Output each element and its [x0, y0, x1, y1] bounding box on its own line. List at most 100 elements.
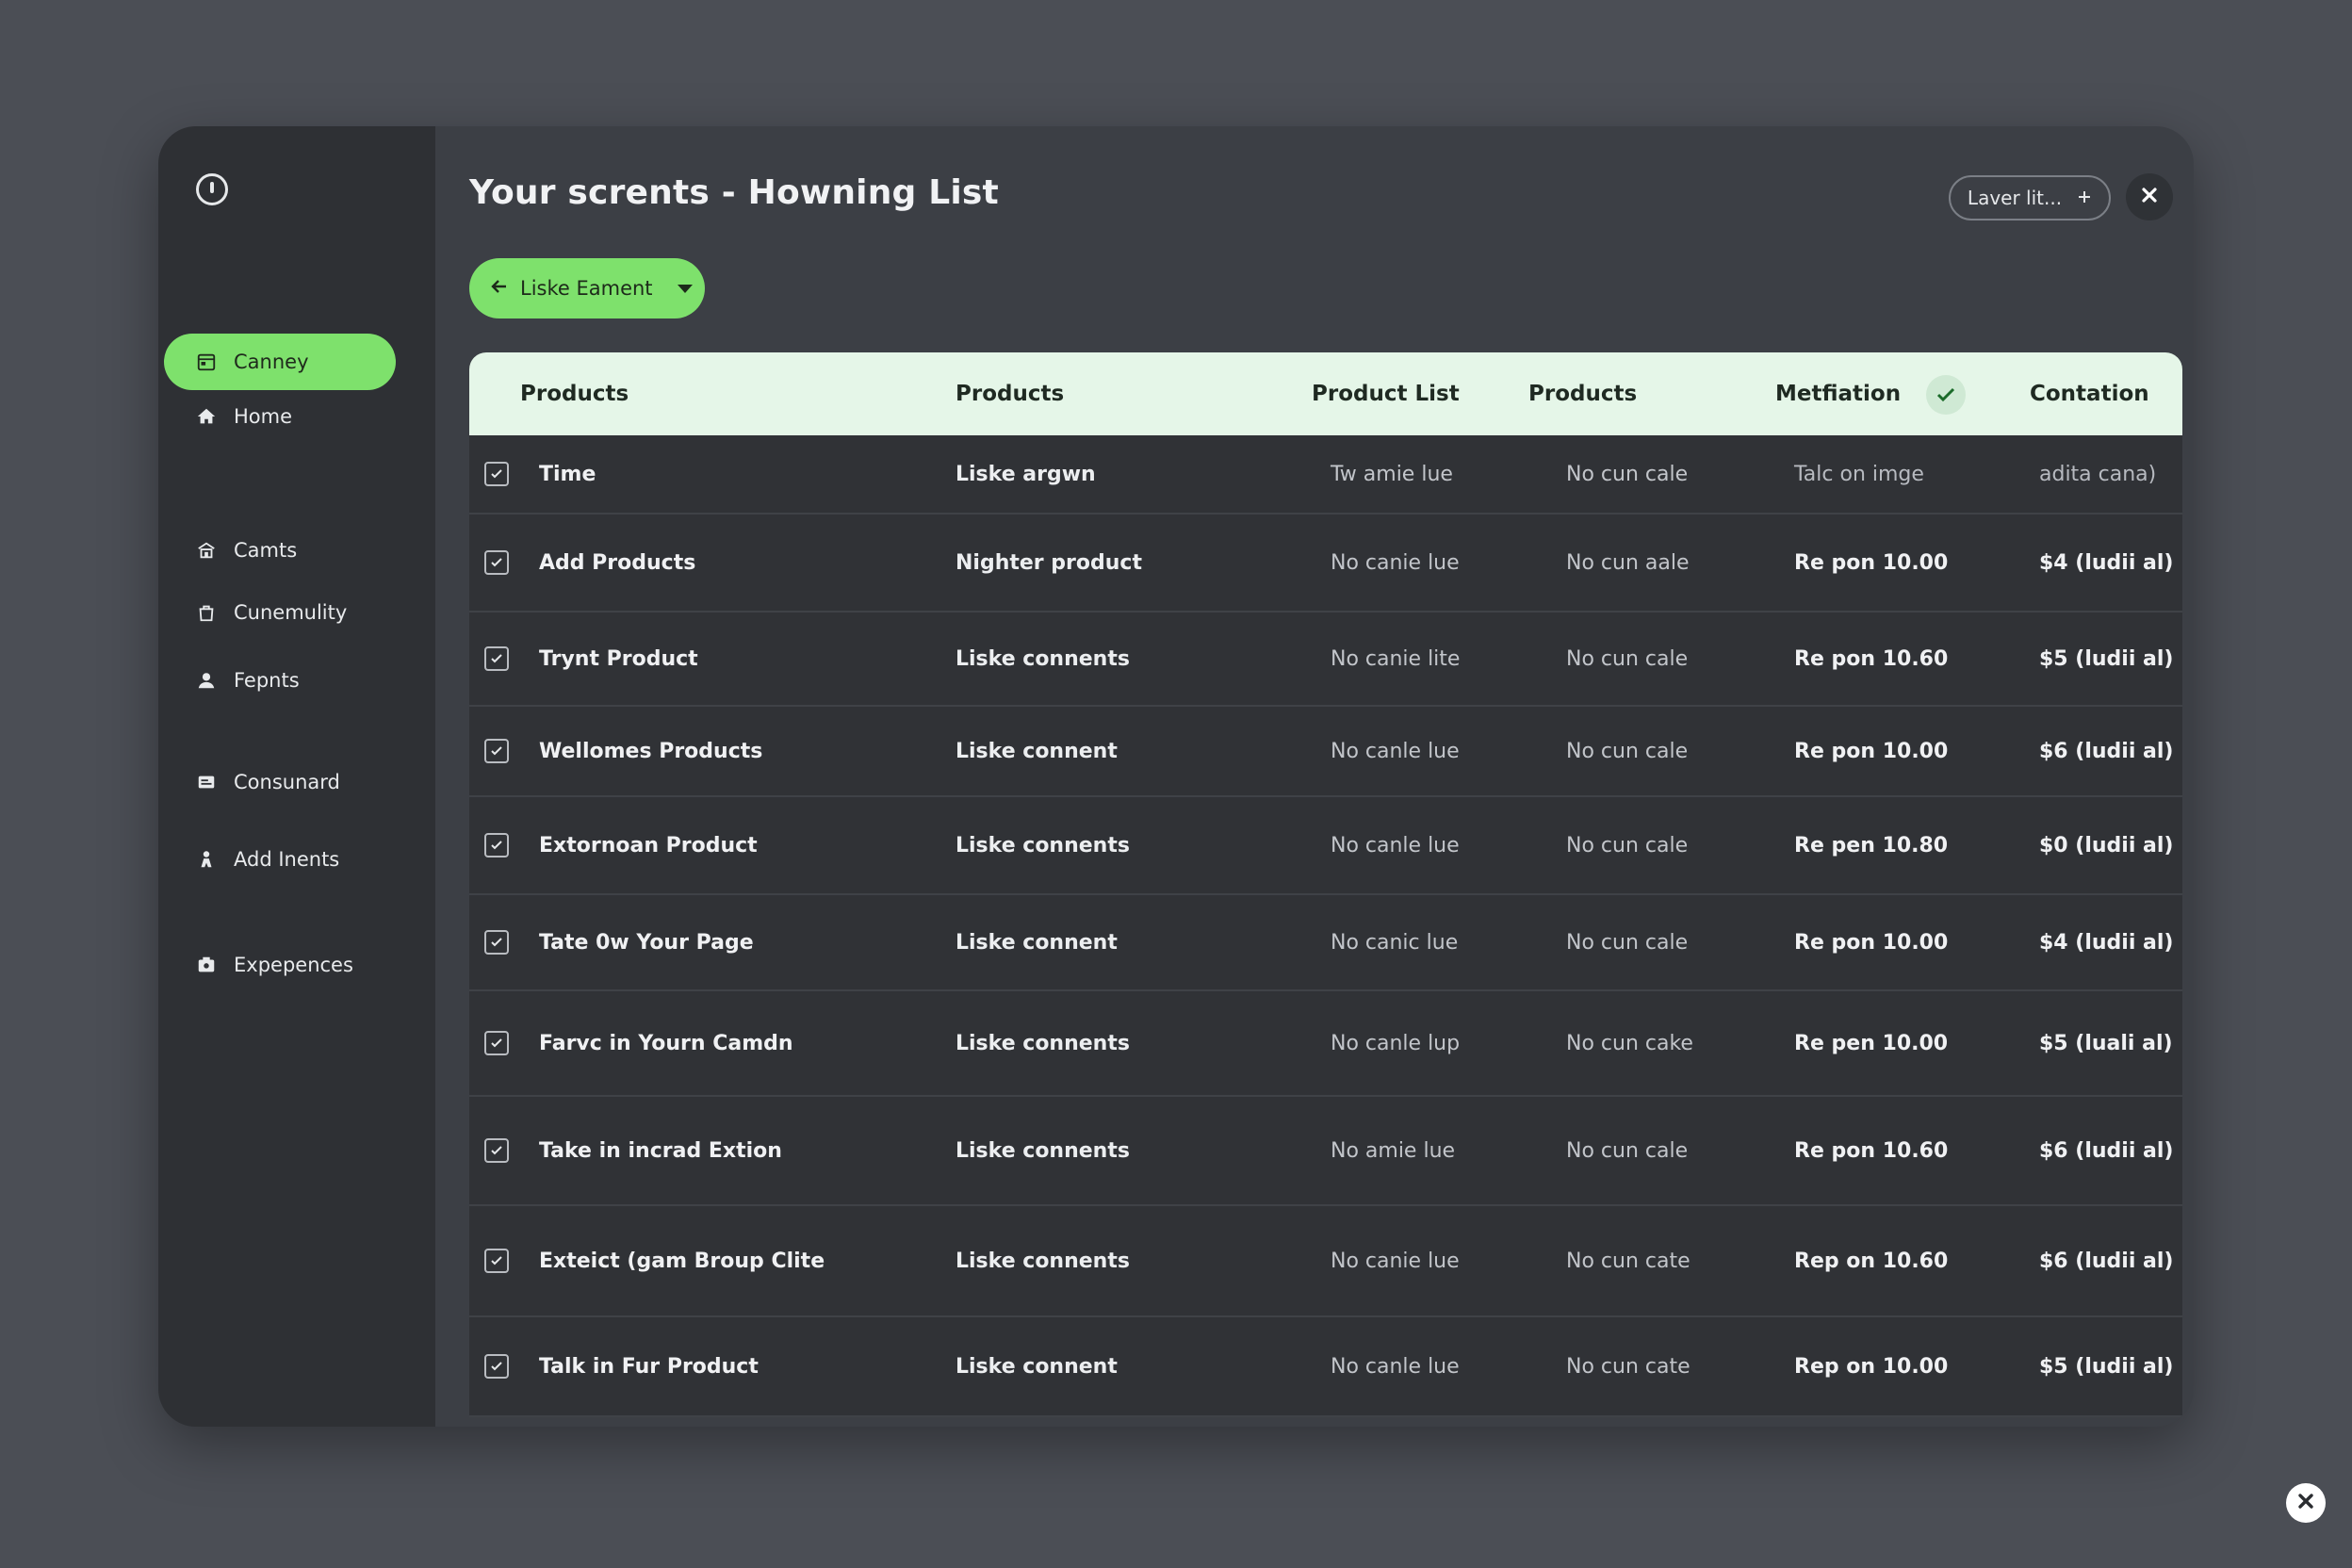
table-cell: Nighter product: [956, 550, 1142, 575]
layer-list-button[interactable]: Laver lit...: [1949, 175, 2111, 220]
table-row[interactable]: Wellomes Products Liske connent No canle l…: [469, 707, 2182, 797]
sidebar-item-label: Camts: [234, 539, 298, 562]
table-row[interactable]: Farvc in Yourn Camdn Liske connents No can…: [469, 991, 2182, 1097]
checkmark-icon: [491, 1256, 502, 1266]
table-cell: No amie lue: [1331, 1138, 1456, 1163]
table-row[interactable]: Take in incrad Extion Liske connents No am…: [469, 1097, 2182, 1206]
sidebar-item-home[interactable]: Home: [164, 388, 396, 445]
bag-icon: [196, 602, 217, 623]
checkmark-icon: [491, 558, 502, 567]
sidebar-item-label: Consunard: [234, 771, 340, 793]
table-cell: No cun cale: [1566, 646, 1689, 671]
table-row[interactable]: Time Liske argwn Tw amie lue No cun cale Tal…: [469, 435, 2182, 514]
sidebar-item-label: Fepnts: [234, 669, 300, 692]
check-icon[interactable]: [1926, 375, 1966, 415]
checkmark-icon: [491, 654, 502, 663]
table-row[interactable]: Tate 0w Your Page Liske connent No canic l…: [469, 895, 2182, 991]
row-checkbox[interactable]: [484, 739, 509, 763]
checkmark-icon: [491, 469, 502, 479]
table-cell: $5 (ludii al): [2039, 1354, 2174, 1379]
table-row[interactable]: Extornoan Product Liske connents No canle …: [469, 797, 2182, 895]
table-row[interactable]: Talk in Fur Product Liske connent No canle…: [469, 1317, 2182, 1417]
column-header[interactable]: Contation: [2030, 352, 2149, 435]
table-cell: No cun cale: [1566, 462, 1689, 486]
sidebar-item-label: Home: [234, 405, 293, 428]
table-cell: $6 (ludii al): [2039, 1138, 2174, 1163]
column-header[interactable]: Products: [956, 352, 1064, 435]
calendar-icon: [196, 351, 217, 372]
sidebar-item-expepences[interactable]: Expepences: [164, 937, 396, 993]
row-checkbox[interactable]: [484, 550, 509, 575]
table-cell: Re pon 10.00: [1794, 550, 1949, 575]
table-row[interactable]: Add Products Nighter product No canie lue N…: [469, 514, 2182, 612]
app-window: Home Canney Camts Cunemulity Fepnts Cons…: [158, 126, 2194, 1427]
row-checkbox[interactable]: [484, 1138, 509, 1163]
column-header[interactable]: Products: [1528, 352, 1637, 435]
table-header: Products Products Product List Products …: [469, 352, 2182, 435]
filter-dropdown[interactable]: Liske Eament: [469, 258, 705, 318]
table-cell: Talc on imge: [1794, 462, 1924, 486]
table-cell: No canic lue: [1331, 930, 1459, 955]
building-icon: [196, 540, 217, 561]
row-checkbox[interactable]: [484, 1249, 509, 1273]
row-checkbox[interactable]: [484, 1031, 509, 1055]
card-icon: [196, 772, 217, 792]
table-cell: Exteict (gam Broup Clite: [539, 1249, 825, 1273]
table-cell: No cun cale: [1566, 1138, 1689, 1163]
sidebar-item-label: Cunemulity: [234, 601, 348, 624]
table-cell: Re pon 10.60: [1794, 1138, 1949, 1163]
table-cell: Liske connent: [956, 930, 1118, 955]
row-checkbox[interactable]: [484, 833, 509, 858]
page-title: Your scrents - Howning List: [469, 173, 999, 212]
table-cell: Re pon 10.00: [1794, 739, 1949, 763]
table-cell: No cun cate: [1566, 1249, 1690, 1273]
sidebar-item-cunemulity[interactable]: Cunemulity: [164, 584, 396, 641]
column-header[interactable]: Products: [520, 352, 629, 435]
row-checkbox[interactable]: [484, 1354, 509, 1379]
table-cell: Trynt Product: [539, 646, 698, 671]
row-checkbox[interactable]: [484, 462, 509, 486]
sidebar-item-consunard[interactable]: Consunard: [164, 754, 396, 810]
table-cell: Wellomes Products: [539, 739, 763, 763]
table-cell: No canle lup: [1331, 1031, 1461, 1055]
overlay-close-button[interactable]: [2286, 1483, 2326, 1523]
table-cell: Liske connents: [956, 646, 1130, 671]
table-cell: Liske connents: [956, 833, 1130, 858]
row-checkbox[interactable]: [484, 930, 509, 955]
column-header[interactable]: Product List: [1312, 352, 1460, 435]
row-checkbox[interactable]: [484, 646, 509, 671]
close-icon: [2140, 186, 2159, 208]
checkmark-icon: [491, 1362, 502, 1371]
table-cell: Re pen 10.80: [1794, 833, 1949, 858]
sidebar-item-canney[interactable]: Canney: [164, 334, 396, 390]
sidebar-item-camts[interactable]: Camts: [164, 522, 396, 579]
home-icon: [196, 406, 217, 427]
table-cell: No canle lue: [1331, 1354, 1460, 1379]
table-cell: No cun cate: [1566, 1354, 1690, 1379]
table-row[interactable]: Exteict (gam Broup Clite Liske connents No…: [469, 1206, 2182, 1317]
table-cell: No cun cale: [1566, 739, 1689, 763]
sidebar: Home Canney Camts Cunemulity Fepnts Cons…: [158, 126, 435, 1427]
plus-icon: [2077, 187, 2092, 209]
column-header[interactable]: Metfiation: [1775, 352, 1901, 435]
table-cell: $4 (ludii al): [2039, 930, 2174, 955]
table-cell: No cun cale: [1566, 833, 1689, 858]
table-cell: $6 (ludii al): [2039, 1249, 2174, 1273]
window-close-button[interactable]: [2126, 173, 2173, 220]
arrow-left-icon: [490, 277, 509, 301]
table-row[interactable]: Trynt Product Liske connents No canie lite…: [469, 612, 2182, 707]
table-cell: No cun aale: [1566, 550, 1690, 575]
sidebar-item-add-inents[interactable]: Add Inents: [164, 831, 396, 888]
checkmark-icon: [491, 841, 502, 850]
table-cell: Liske connent: [956, 739, 1118, 763]
table-cell: Re pon 10.60: [1794, 646, 1949, 671]
wallet-icon: [196, 955, 217, 975]
table-cell: No canie lue: [1331, 1249, 1460, 1273]
table-cell: Re pen 10.00: [1794, 1031, 1949, 1055]
sidebar-item-label: Canney: [234, 351, 309, 373]
table-cell: $6 (ludii al): [2039, 739, 2174, 763]
sidebar-item-fepnts[interactable]: Fepnts: [164, 652, 396, 709]
table-cell: No canle lue: [1331, 739, 1460, 763]
table-cell: Talk in Fur Product: [539, 1354, 759, 1379]
sidebar-item-label: Add Inents: [234, 848, 340, 871]
